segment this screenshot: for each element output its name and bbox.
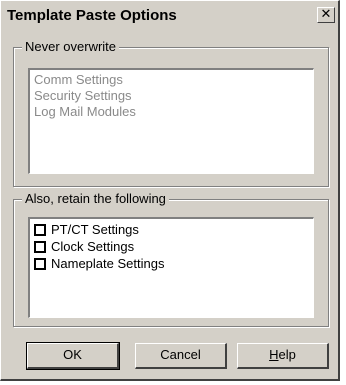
template-paste-options-dialog: Template Paste Options ✕ Never overwrite… bbox=[0, 0, 340, 381]
option-label: Clock Settings bbox=[51, 239, 135, 254]
nameplate-settings-option[interactable]: Nameplate Settings bbox=[30, 255, 313, 272]
title-bar: Template Paste Options ✕ bbox=[3, 3, 337, 29]
help-button[interactable]: Help bbox=[237, 343, 329, 369]
option-label: Nameplate Settings bbox=[51, 256, 165, 271]
list-item: Comm Settings bbox=[34, 72, 123, 87]
cancel-button[interactable]: Cancel bbox=[135, 343, 227, 369]
pt-ct-settings-option[interactable]: PT/CT Settings bbox=[30, 221, 313, 238]
close-button[interactable]: ✕ bbox=[317, 7, 335, 23]
close-icon: ✕ bbox=[320, 7, 332, 22]
help-mnemonic: H bbox=[269, 347, 279, 362]
list-item: Security Settings bbox=[34, 88, 132, 103]
retain-label: Also, retain the following bbox=[22, 191, 169, 206]
list-item: Log Mail Modules bbox=[34, 104, 136, 119]
never-overwrite-label: Never overwrite bbox=[22, 39, 120, 54]
retain-group: Also, retain the following PT/CT Setting… bbox=[13, 191, 329, 327]
checkbox[interactable] bbox=[34, 223, 46, 236]
checkbox[interactable] bbox=[34, 240, 46, 253]
clock-settings-option[interactable]: Clock Settings bbox=[30, 238, 313, 255]
never-overwrite-group: Never overwrite Comm Settings Security S… bbox=[13, 39, 329, 187]
option-label: PT/CT Settings bbox=[51, 222, 139, 237]
checkbox[interactable] bbox=[34, 257, 46, 270]
retain-list: PT/CT Settings Clock Settings Nameplate … bbox=[28, 217, 314, 318]
ok-button[interactable]: OK bbox=[26, 342, 120, 370]
help-label-rest: elp bbox=[278, 347, 296, 362]
never-overwrite-list[interactable]: Comm Settings Security Settings Log Mail… bbox=[28, 68, 314, 174]
dialog-title: Template Paste Options bbox=[7, 7, 177, 24]
